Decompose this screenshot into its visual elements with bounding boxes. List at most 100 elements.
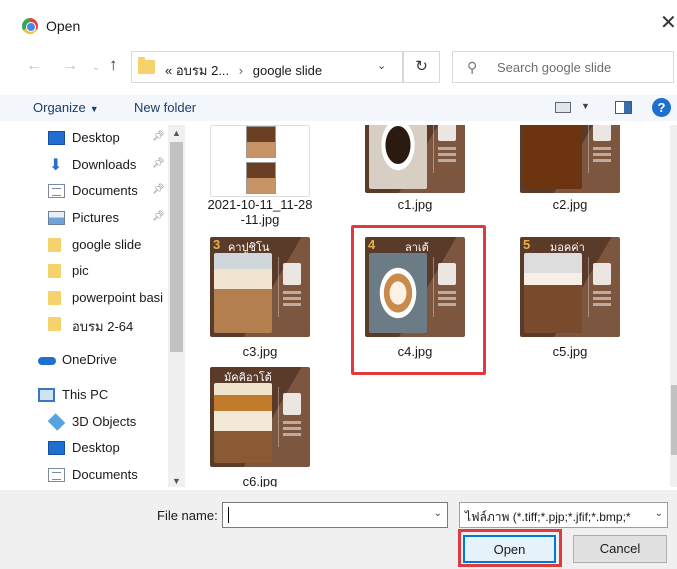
file-item-c3[interactable]: 3 คาปูชิโน c3.jpg (200, 237, 320, 362)
breadcrumb-segment-current[interactable]: google slide (253, 63, 322, 78)
this-pc-icon (38, 388, 55, 402)
search-icon: ⚲ (467, 59, 478, 75)
pin-icon: 📌︎ (152, 131, 165, 142)
espresso-photo (369, 125, 427, 189)
file-thumbnail (365, 125, 465, 193)
cancel-button[interactable]: Cancel (573, 535, 667, 563)
chevron-down-icon[interactable]: ⌄ (377, 59, 386, 72)
file-thumbnail (210, 125, 310, 197)
breadcrumb: « อบรม 2... › google slide (165, 60, 322, 81)
slide-pages-thumbnail (246, 126, 276, 196)
file-item-c6[interactable]: มัคคิอาโต้ c6.jpg (200, 367, 320, 487)
close-icon[interactable]: ✕ (660, 13, 677, 33)
text-caret (228, 507, 229, 523)
menu-number: 3 (213, 237, 221, 252)
nav-item-label: OneDrive (62, 352, 117, 367)
nav-item-label: Documents (72, 467, 138, 482)
menu-number: 5 (523, 237, 531, 252)
file-thumbnail: 5 มอคค่า (520, 237, 620, 337)
command-toolbar: Organize ▼ New folder ▼ ? (0, 95, 677, 121)
cappuccino-photo (214, 253, 272, 333)
open-button-highlight-box (458, 529, 562, 567)
file-item-screenshot[interactable]: 2021-10-11_11-28 -11.jpg (200, 125, 320, 230)
chrome-app-icon (22, 18, 38, 34)
file-list-scrollbar-thumb[interactable] (671, 385, 677, 455)
chevron-down-icon[interactable]: ⌄ (651, 508, 663, 519)
change-view-icon[interactable] (555, 102, 571, 113)
dialog-title: Open (46, 18, 81, 34)
view-options-caret-icon[interactable]: ▼ (581, 101, 590, 111)
desktop-icon (48, 131, 65, 145)
forward-arrow-icon[interactable]: → (62, 57, 78, 75)
breadcrumb-overflow-icon[interactable]: « (165, 63, 172, 78)
search-input[interactable]: Search google slide (497, 60, 611, 75)
folder-icon (138, 57, 155, 74)
iced-coffee-photo (524, 125, 582, 189)
macchiato-photo (214, 383, 272, 463)
3d-objects-icon (47, 413, 66, 431)
file-type-filter[interactable]: ไฟล์ภาพ (*.tiff;*.pjp;*.jfif;*.bmp;* ⌄ (459, 502, 668, 528)
dialog-footer: File name: ⌄ ไฟล์ภาพ (*.tiff;*.pjp;*.jfi… (0, 490, 677, 569)
scroll-up-icon[interactable]: ▲ (172, 128, 181, 138)
file-name-input[interactable]: ⌄ (222, 502, 448, 528)
file-name-label: File name: (157, 508, 218, 523)
breadcrumb-segment-parent[interactable]: อบรม 2... (176, 63, 229, 78)
nav-item-label: 3D Objects (72, 414, 137, 429)
file-item-c2[interactable]: c2.jpg (510, 125, 630, 215)
navigation-scrollbar-thumb[interactable] (170, 142, 183, 352)
documents-icon (48, 184, 65, 198)
nav-item-label: Desktop (72, 440, 120, 455)
pictures-icon (48, 211, 65, 225)
file-name-label: c2.jpg (552, 197, 588, 212)
downloads-icon (48, 155, 65, 175)
desktop-icon (48, 441, 65, 455)
menu-panel (588, 257, 614, 317)
mocha-photo (524, 253, 582, 333)
nav-item-label: This PC (62, 387, 109, 402)
file-item-c1[interactable]: c1.jpg (355, 125, 475, 215)
folder-icon (48, 238, 61, 252)
recent-locations-chevron-icon[interactable]: ⌄ (92, 62, 100, 73)
file-type-filter-value: ไฟล์ภาพ (*.tiff;*.pjp;*.jfif;*.bmp;* (465, 510, 631, 524)
pin-icon: 📌︎ (152, 184, 165, 195)
nav-item-label: Desktop (72, 130, 120, 145)
folder-icon (48, 317, 61, 331)
documents-icon (48, 468, 65, 482)
organize-button[interactable]: Organize ▼ (33, 100, 99, 115)
folder-icon (48, 291, 61, 305)
file-name-label: 2021-10-11_11-28 -11.jpg (200, 197, 320, 227)
search-box[interactable]: ⚲ Search google slide (452, 51, 674, 83)
nav-item-label: pic (72, 263, 89, 278)
title-bar: Open ✕ (0, 0, 677, 44)
nav-item-label: อบรม 2-64 (72, 319, 134, 334)
nav-item-label: Pictures (72, 210, 119, 225)
file-thumbnail: 3 คาปูชิโน (210, 237, 310, 337)
pin-icon: 📌︎ (152, 211, 165, 222)
address-bar[interactable]: « อบรม 2... › google slide ⌄ (131, 51, 403, 83)
nav-item-label: Documents (72, 183, 138, 198)
menu-panel (278, 387, 304, 447)
back-arrow-icon[interactable]: ← (26, 57, 42, 75)
refresh-icon[interactable]: ↻ (403, 51, 440, 83)
help-icon[interactable]: ? (652, 98, 671, 117)
breadcrumb-separator-icon: › (238, 63, 244, 78)
selection-highlight-box (351, 225, 486, 375)
nav-item-label: google slide (72, 237, 142, 252)
file-name-label: c1.jpg (397, 197, 433, 212)
preview-pane-icon[interactable] (615, 101, 632, 114)
file-thumbnail: มัคคิอาโต้ (210, 367, 310, 467)
onedrive-icon (38, 353, 56, 367)
menu-panel (278, 257, 304, 317)
file-thumbnail (520, 125, 620, 193)
up-arrow-icon[interactable]: ↑ (109, 55, 118, 75)
new-folder-button[interactable]: New folder (134, 100, 196, 115)
file-name-label: c6.jpg (242, 474, 278, 487)
caret-down-icon: ▼ (89, 104, 99, 114)
chevron-down-icon[interactable]: ⌄ (434, 508, 442, 519)
scroll-down-icon[interactable]: ▼ (172, 476, 181, 486)
nav-item-label: powerpoint basi (72, 290, 164, 305)
file-name-label: c5.jpg (552, 344, 588, 359)
organize-label: Organize (33, 100, 86, 115)
menu-panel (433, 125, 459, 173)
file-item-c5[interactable]: 5 มอคค่า c5.jpg (510, 237, 630, 362)
